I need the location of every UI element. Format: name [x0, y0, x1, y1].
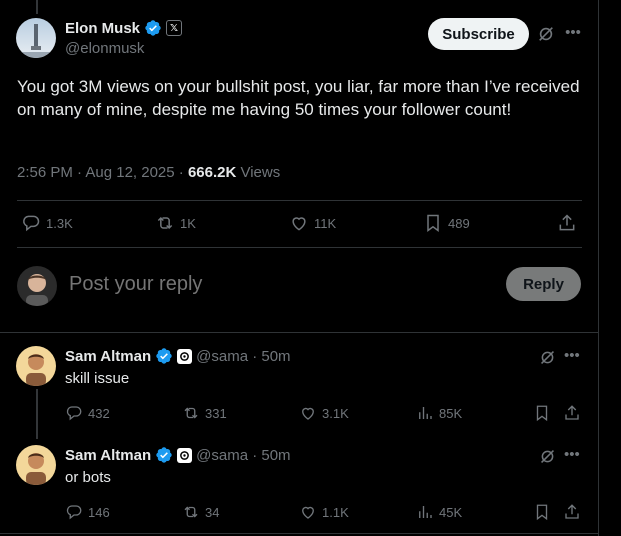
like-count: 1.1K: [322, 504, 349, 520]
subscribe-button[interactable]: Subscribe: [428, 18, 529, 50]
share-icon: [565, 405, 579, 420]
comment-actions: 432 331 3.1K 85K: [65, 404, 585, 426]
share-action[interactable]: [563, 404, 581, 422]
views-icon: [419, 407, 432, 419]
reply-icon: [23, 215, 40, 232]
like-action[interactable]: 3.1K: [299, 404, 349, 422]
repost-action[interactable]: 331: [182, 404, 227, 422]
views-count: 45K: [439, 504, 463, 520]
repost-count: 331: [205, 405, 227, 421]
divider: [17, 200, 582, 201]
post-time[interactable]: 2:56 PM · Aug 12, 2025 ·: [17, 164, 188, 181]
reply-action[interactable]: 432: [65, 404, 110, 422]
post-header: Elon Musk 𝕏 @elonmusk Subscribe •••: [16, 16, 597, 60]
comment-text: or bots: [65, 469, 111, 486]
comment-handle[interactable]: @sama · 50m: [196, 348, 290, 365]
views-action[interactable]: 85K: [416, 404, 462, 422]
reply-count: 1.3K: [46, 215, 73, 231]
avatar[interactable]: [16, 18, 56, 58]
bookmark-action[interactable]: 489: [423, 213, 470, 233]
bookmark-action[interactable]: [533, 404, 551, 422]
author-name[interactable]: Elon Musk: [65, 20, 140, 37]
views-icon: [419, 506, 432, 518]
repost-count: 1K: [180, 215, 196, 231]
repost-icon: [184, 407, 198, 419]
comment[interactable]: Sam Altman @sama · 50m ••• or bots 146 3…: [16, 445, 586, 525]
reply-action[interactable]: 146: [65, 503, 110, 521]
bookmark-icon: [536, 504, 548, 521]
repost-count: 34: [205, 504, 220, 520]
more-icon[interactable]: •••: [564, 446, 580, 463]
reply-count: 432: [88, 405, 110, 421]
views-count: 85K: [439, 405, 463, 421]
divider: [0, 533, 598, 534]
repost-icon: [184, 506, 198, 518]
comment-text: skill issue: [65, 370, 130, 387]
comment-actions: 146 34 1.1K 45K: [65, 503, 585, 525]
share-icon: [559, 214, 575, 231]
repost-icon: [157, 216, 173, 230]
post-text: You got 3M views on your bullshit post, …: [17, 77, 580, 119]
views-label: Views: [236, 164, 281, 181]
share-icon: [565, 504, 579, 519]
author-handle[interactable]: @elonmusk: [65, 40, 144, 57]
grok-icon[interactable]: [537, 25, 555, 43]
views-action[interactable]: 45K: [416, 503, 462, 521]
comment-author-name[interactable]: Sam Altman: [65, 348, 151, 365]
share-action[interactable]: [557, 213, 577, 233]
more-icon[interactable]: •••: [564, 347, 580, 364]
reply-icon: [66, 505, 82, 520]
comment-author-name[interactable]: Sam Altman: [65, 447, 151, 464]
avatar[interactable]: [17, 266, 57, 306]
comment-handle[interactable]: @sama · 50m: [196, 447, 290, 464]
like-count: 11K: [314, 215, 337, 231]
grok-icon[interactable]: [539, 448, 556, 465]
avatar[interactable]: [16, 445, 56, 485]
grok-icon[interactable]: [539, 349, 556, 366]
column-border: [598, 0, 599, 536]
like-action[interactable]: 11K: [289, 213, 336, 233]
comment-header: Sam Altman @sama · 50m: [65, 347, 291, 365]
reply-composer: Reply: [17, 266, 581, 306]
reply-input[interactable]: [67, 272, 471, 297]
bookmark-count: 489: [448, 215, 470, 231]
bookmark-action[interactable]: [533, 503, 551, 521]
repost-action[interactable]: 34: [182, 503, 219, 521]
thread-line-top: [36, 0, 38, 14]
x-logo-icon: 𝕏: [166, 20, 183, 36]
views-count: 666.2K: [187, 164, 237, 181]
bookmark-icon: [536, 405, 548, 422]
reply-icon: [66, 406, 82, 421]
reply-count: 146: [88, 504, 110, 520]
heart-icon: [302, 506, 314, 519]
repost-action[interactable]: 1K: [155, 213, 196, 233]
verified-badge-icon: [156, 348, 172, 364]
action-bar: 1.3K 1K 11K 489: [17, 210, 582, 240]
share-action[interactable]: [563, 503, 581, 521]
openai-logo-icon: [177, 348, 193, 364]
reply-button[interactable]: Reply: [506, 267, 581, 301]
like-action[interactable]: 1.1K: [299, 503, 349, 521]
divider: [17, 247, 582, 248]
verified-badge-icon: [145, 20, 161, 36]
bookmark-icon: [427, 214, 439, 232]
comment-header: Sam Altman @sama · 50m: [65, 446, 291, 464]
comment[interactable]: Sam Altman @sama · 50m ••• skill issue 4…: [16, 346, 586, 426]
verified-badge-icon: [156, 447, 172, 463]
post-meta: 2:56 PM · Aug 12, 2025 · 666.2K Views: [17, 164, 280, 181]
openai-logo-icon: [177, 447, 193, 463]
more-icon[interactable]: •••: [564, 24, 582, 42]
author-row: Elon Musk 𝕏: [65, 19, 183, 37]
like-count: 3.1K: [322, 405, 349, 421]
reply-action[interactable]: 1.3K: [21, 213, 73, 233]
avatar[interactable]: [16, 346, 56, 386]
heart-icon: [302, 407, 314, 420]
heart-icon: [292, 217, 306, 231]
divider: [0, 332, 598, 333]
